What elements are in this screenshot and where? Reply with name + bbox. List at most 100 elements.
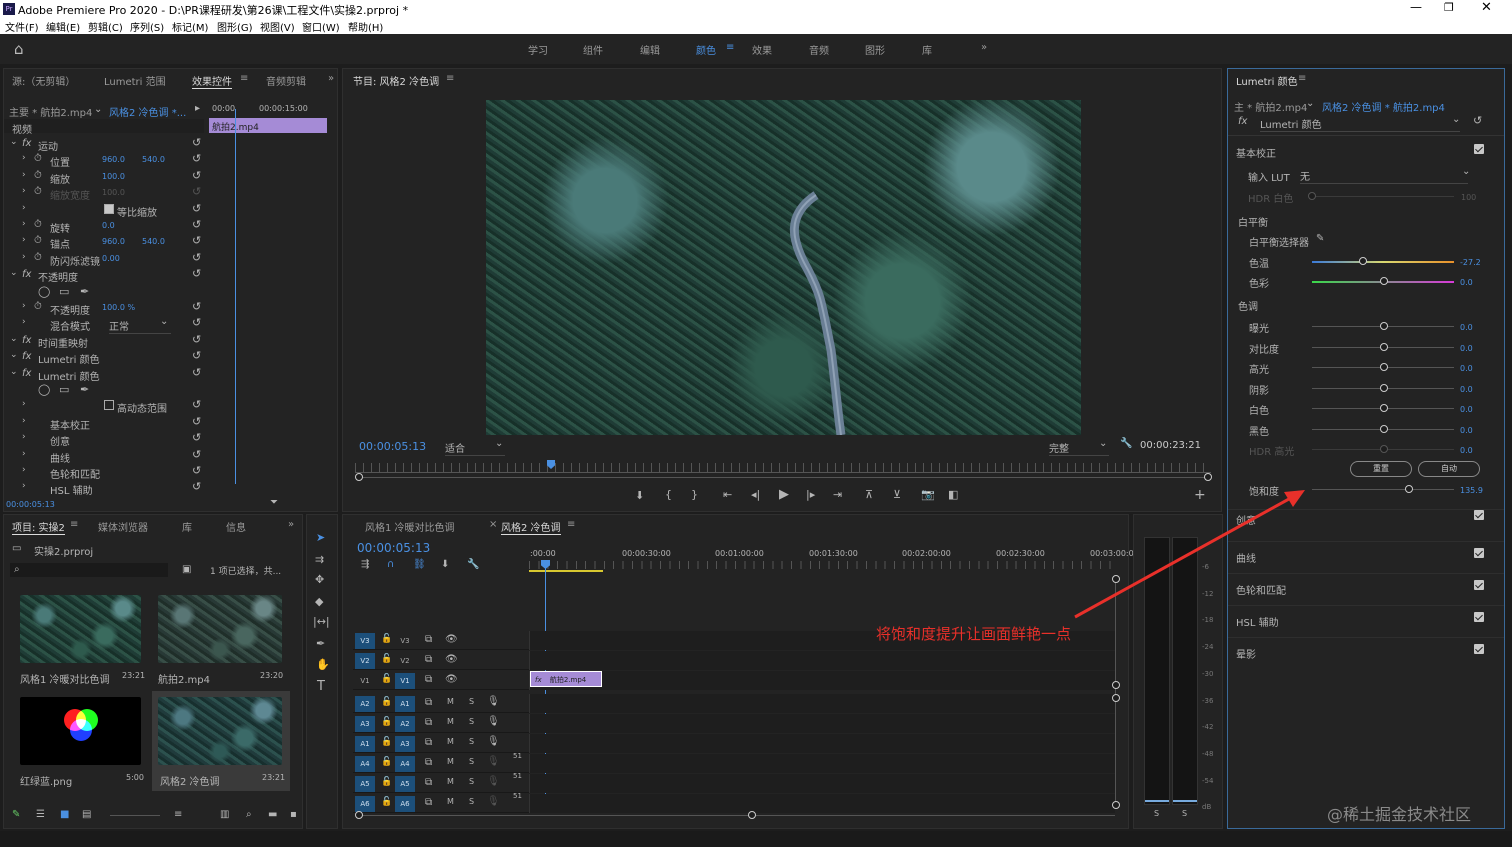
track-target[interactable]: A6 (395, 796, 415, 812)
sort-icon[interactable]: ≡ (174, 809, 182, 820)
source-patch[interactable]: A2 (355, 696, 375, 712)
lock-icon[interactable]: 🔓 (381, 717, 392, 727)
eye-icon[interactable]: 👁 (445, 654, 458, 665)
expand-chevron-icon[interactable]: › (22, 252, 26, 262)
solo-button[interactable]: S (469, 797, 474, 806)
reset-icon[interactable]: ↺ (192, 185, 201, 198)
nest-icon[interactable]: ⇶ (361, 559, 369, 570)
tone-knob[interactable] (1380, 322, 1388, 330)
track-lane[interactable] (529, 651, 1115, 670)
track-lane[interactable] (529, 671, 1115, 690)
sync-lock-icon[interactable]: ⧉ (425, 777, 432, 788)
temp-slider[interactable] (1312, 261, 1454, 263)
track-lane[interactable] (529, 694, 1115, 713)
pen-mask-icon[interactable]: ✒ (80, 285, 89, 298)
tone-knob[interactable] (1380, 384, 1388, 392)
type-tool-icon[interactable]: T (317, 679, 325, 694)
ec-value-1[interactable]: 100.0 (102, 188, 125, 197)
reset-icon[interactable]: ↺ (192, 300, 201, 313)
tone-slider-row[interactable]: 阴影 0.0 (1228, 381, 1504, 399)
track-row[interactable]: A2 🔓 A1 ⧉ M S 🎙 (353, 694, 1115, 713)
ec-row[interactable]: › 高动态范围 ↺ (4, 398, 204, 415)
tab-media-browser[interactable]: 媒体浏览器 (98, 519, 148, 534)
menu-clip[interactable]: 剪辑(C) (88, 19, 123, 34)
program-video-frame[interactable] (486, 100, 1081, 435)
track-lane[interactable] (529, 734, 1115, 753)
track-row[interactable]: A4 🔓 A4 ⧉ M S 🎙 51 (353, 752, 1115, 773)
input-lut-select[interactable]: 无 (1300, 168, 1468, 184)
section-checkbox[interactable] (1474, 548, 1484, 558)
button-editor-icon[interactable]: + (1194, 487, 1206, 503)
comparison-view-icon[interactable]: ◧ (948, 488, 958, 501)
ec-row[interactable]: ⌄ fx Lumetri 颜色 ↺ (4, 349, 204, 366)
menu-edit[interactable]: 编辑(E) (46, 19, 80, 34)
ec-row[interactable]: › ⏱ 防闪烁滤镜 0.00 ↺ (4, 251, 204, 268)
project-item-2[interactable]: 航拍2.mp4 23:20 (156, 593, 286, 686)
track-row[interactable]: V1 🔓 V1 ⧉ 👁 (353, 671, 1115, 690)
ec-row[interactable]: ⌄ fx 时间重映射 ↺ (4, 333, 204, 350)
go-to-out-icon[interactable]: ⇥ (833, 488, 842, 501)
mark-out-icon[interactable]: } (691, 488, 698, 501)
tab-menu-icon[interactable]: ≡ (240, 73, 248, 84)
tone-slider-row[interactable]: 白色 0.0 (1228, 401, 1504, 419)
tone-header[interactable]: 色调 (1238, 298, 1258, 313)
quality-chevron-icon[interactable]: ⌄ (1099, 438, 1107, 449)
reset-icon[interactable]: ↺ (192, 316, 201, 329)
slip-icon[interactable]: |↔| (313, 615, 330, 628)
mic-icon[interactable]: 🎙 (487, 776, 500, 787)
ec-row[interactable]: › 创意 ↺ (4, 431, 204, 448)
ec-row[interactable]: ◯ ▭ ✒ (4, 284, 204, 300)
close-icon[interactable]: ✕ (1481, 0, 1492, 15)
go-to-in-icon[interactable]: ⇤ (723, 488, 732, 501)
vscroll-knob-4[interactable] (1112, 801, 1120, 809)
stopwatch-icon[interactable]: ⏱ (34, 235, 42, 246)
chevron-down-icon[interactable]: ⌄ (160, 316, 168, 327)
mute-button[interactable]: M (447, 737, 454, 746)
sync-lock-icon[interactable]: ⧉ (425, 654, 432, 665)
expand-chevron-icon[interactable]: ⌄ (10, 334, 18, 344)
razor-icon[interactable]: ◆ (315, 595, 323, 608)
tint-value[interactable]: 0.0 (1460, 278, 1473, 287)
track-select-icon[interactable]: ⇉ (315, 553, 324, 566)
mute-button[interactable]: M (447, 797, 454, 806)
white-balance-header[interactable]: 白平衡 (1238, 214, 1268, 229)
mute-button[interactable]: M (447, 757, 454, 766)
ec-value-1[interactable]: 100.0 (102, 172, 125, 181)
timeline-scroll-left[interactable] (355, 811, 363, 819)
tone-value[interactable]: 0.0 (1460, 446, 1473, 455)
lock-icon[interactable]: 🔓 (381, 654, 392, 664)
eyedropper-icon[interactable]: ✎ (1316, 233, 1324, 244)
zoom-slider[interactable] (110, 815, 160, 816)
mute-button[interactable]: M (447, 777, 454, 786)
mute-button[interactable]: M (447, 717, 454, 726)
track-row[interactable]: A3 🔓 A2 ⧉ M S 🎙 (353, 714, 1115, 733)
ec-row[interactable]: › 色轮和匹配 ↺ (4, 464, 204, 481)
expand-chevron-icon[interactable]: ⌄ (10, 268, 18, 278)
track-target[interactable]: V2 (395, 653, 415, 669)
reset-icon[interactable]: ↺ (192, 234, 201, 247)
ec-row[interactable]: › ⏱ 不透明度 100.0 % ↺ (4, 300, 204, 317)
stopwatch-icon[interactable]: ⏱ (34, 186, 42, 197)
section-checkbox[interactable] (1474, 510, 1484, 520)
new-bin-icon[interactable]: ▬ (268, 809, 277, 820)
fx-chevron-icon[interactable]: ⌄ (1452, 114, 1460, 125)
menu-sequence[interactable]: 序列(S) (130, 19, 164, 34)
timeline-vscroll[interactable] (1115, 579, 1116, 804)
ec-row[interactable]: › HSL 辅助 ↺ (4, 480, 204, 497)
sync-lock-icon[interactable]: ⧉ (425, 674, 432, 685)
track-target[interactable]: A5 (395, 776, 415, 792)
expand-chevron-icon[interactable]: › (22, 170, 26, 180)
reset-icon[interactable]: ↺ (192, 415, 201, 428)
timeline-scroll-mid[interactable] (748, 811, 756, 819)
source-patch[interactable]: V3 (355, 633, 375, 649)
tone-value[interactable]: 0.0 (1460, 344, 1473, 353)
lumetri-section[interactable]: 创意 (1228, 509, 1504, 539)
zoom-left-handle[interactable] (355, 473, 363, 481)
reset-icon[interactable]: ↺ (192, 431, 201, 444)
hand-icon[interactable]: ✋ (316, 658, 330, 671)
project-menu-icon[interactable]: ≡ (70, 519, 78, 530)
ec-row[interactable]: ⌄ fx 不透明度 ↺ (4, 267, 204, 284)
track-target[interactable]: V3 (395, 633, 415, 649)
ec-value-2[interactable]: 540.0 (142, 237, 165, 246)
vscroll-knob-3[interactable] (1112, 694, 1120, 702)
